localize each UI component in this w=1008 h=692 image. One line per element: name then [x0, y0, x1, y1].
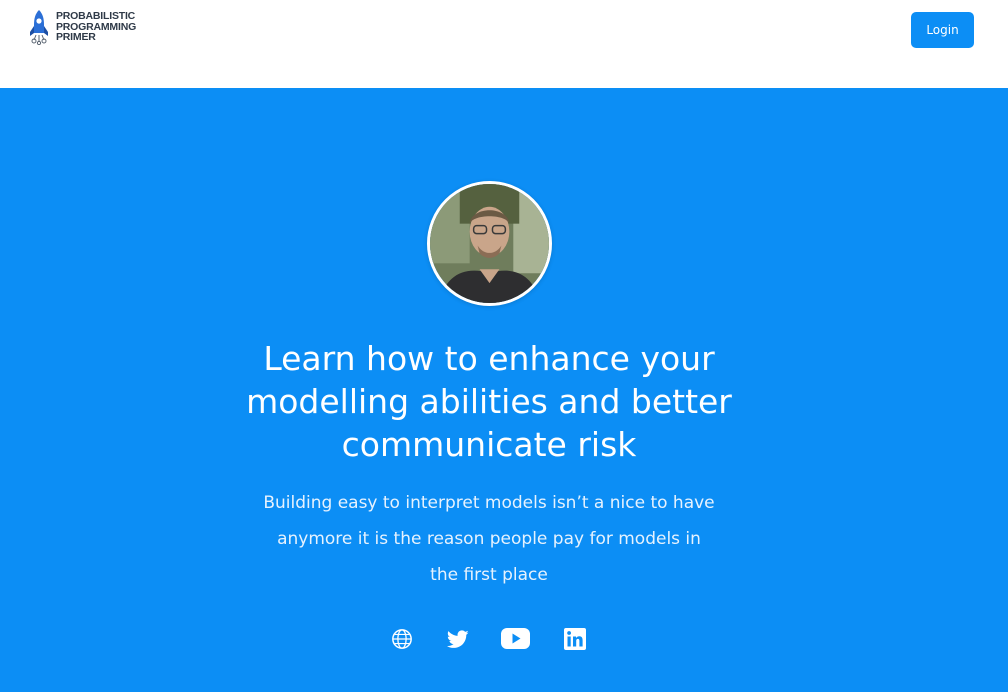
logo-wordmark: PROBABILISTIC PROGRAMMING PRIMER: [56, 11, 136, 43]
globe-icon: [392, 629, 412, 649]
social-link-website[interactable]: [391, 628, 413, 650]
linkedin-icon: [564, 628, 586, 650]
social-link-twitter[interactable]: [447, 630, 469, 649]
social-link-linkedin[interactable]: [564, 628, 586, 650]
hero-section: Learn how to enhance your modelling abil…: [0, 88, 1008, 692]
top-navbar: PROBABILISTIC PROGRAMMING PRIMER Login: [0, 0, 1008, 88]
social-links: [388, 624, 593, 654]
hero-subtext: Building easy to interpret models isn’t …: [263, 493, 715, 585]
avatar: [427, 181, 552, 306]
rocket-icon: [30, 10, 48, 45]
youtube-icon: [501, 628, 530, 649]
hero-headline: Learn how to enhance your modelling abil…: [246, 339, 732, 464]
login-button[interactable]: Login: [911, 12, 974, 48]
site-logo[interactable]: PROBABILISTIC PROGRAMMING PRIMER: [28, 9, 136, 45]
social-link-youtube[interactable]: [501, 628, 530, 649]
twitter-icon: [447, 630, 469, 648]
logo-line-3: PRIMER: [56, 31, 96, 44]
avatar-photo: [430, 184, 549, 303]
